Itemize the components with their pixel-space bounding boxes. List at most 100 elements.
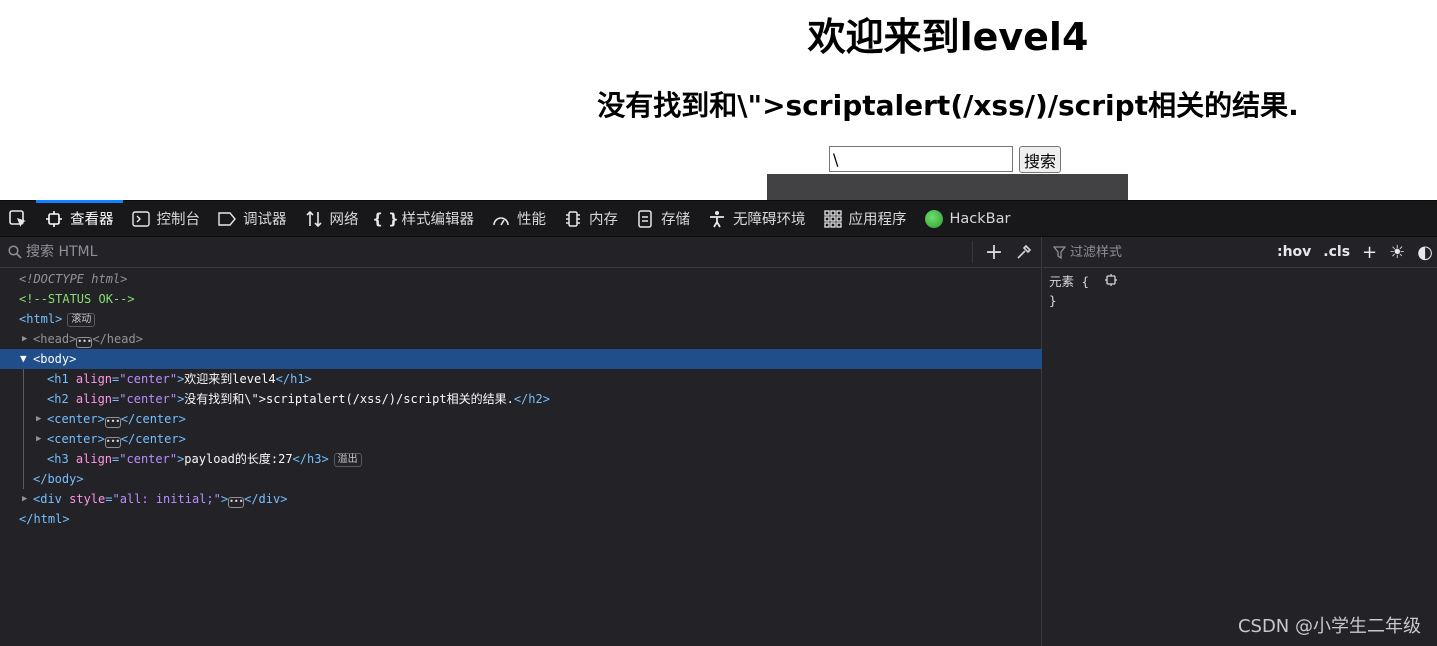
node-icon[interactable]: [1104, 272, 1117, 291]
element-rule: 元素 { }: [1043, 268, 1437, 314]
tree-node-div[interactable]: ▶ <div style="all: initial;">•••</div>: [0, 489, 1042, 509]
attr-name: style: [69, 492, 106, 506]
scroll-badge[interactable]: 滚动: [67, 313, 96, 327]
ellipsis-icon[interactable]: •••: [76, 337, 93, 348]
h3-open-tag: <h3: [47, 452, 76, 466]
body-open-tag: <body>: [33, 352, 77, 366]
expand-arrow-icon[interactable]: ▶: [36, 429, 41, 449]
h3-text: payload的长度:27: [184, 452, 293, 466]
ellipsis-icon[interactable]: •••: [228, 497, 245, 508]
overflow-badge[interactable]: 溢出: [333, 453, 362, 467]
cls-button[interactable]: .cls: [1323, 244, 1350, 260]
element-picker-icon: [9, 209, 26, 227]
h2-open-tag: <h2: [47, 392, 76, 406]
plus-icon: +: [1362, 241, 1378, 263]
network-icon: [305, 210, 323, 228]
tree-node-head[interactable]: ▶ <head>•••</head>: [0, 329, 1042, 349]
tree-node-body[interactable]: ▼ <body>: [0, 349, 1042, 369]
expand-arrow-icon[interactable]: ▶: [36, 409, 41, 429]
plus-icon: +: [984, 239, 1004, 265]
tab-label: 网络: [329, 212, 359, 228]
tab-label: 性能: [517, 212, 546, 228]
h1-close-tag: </h1>: [275, 372, 312, 386]
tab-label: 样式编辑器: [401, 212, 475, 228]
search-form: 搜索: [829, 146, 1062, 173]
rules-toolbar: :hov .cls + ☀ ◐: [1043, 237, 1437, 268]
attr-value: "center": [119, 392, 178, 406]
tree-node-h3[interactable]: <h3 align="center">payload的长度:27</h3> 溢出: [0, 449, 1042, 469]
tab-network[interactable]: 网络: [296, 201, 368, 236]
center-open-tag: <center>: [47, 412, 105, 426]
head-close-tag: </head>: [92, 332, 143, 346]
tree-node-h2[interactable]: <h2 align="center">没有找到和\">scriptalert(/…: [0, 389, 1042, 409]
search-button[interactable]: 搜索: [1019, 146, 1062, 173]
body-close-tag: </body>: [33, 472, 84, 486]
html-close-tag: </html>: [19, 512, 70, 526]
tab-performance[interactable]: 性能: [483, 201, 555, 236]
page-heading-h2: 没有找到和\">scriptalert(/xss/)/script相关的结果.: [597, 89, 1299, 122]
attr-value: "center": [119, 452, 178, 466]
devtools-panel: 查看器 控制台 调试器 网络 { } 样式编辑器 性能 内存 存储 无障碍环境 …: [0, 200, 1437, 646]
tree-node-h1[interactable]: <h1 align="center">欢迎来到level4</h1>: [0, 369, 1042, 389]
expand-arrow-icon[interactable]: ▶: [22, 329, 27, 349]
debugger-icon: [218, 210, 236, 228]
tree-guide-line: [23, 369, 24, 489]
markup-search-input[interactable]: [22, 244, 972, 260]
page-heading-h1: 欢迎来到level4: [807, 15, 1089, 59]
tab-console[interactable]: 控制台: [123, 201, 210, 236]
storage-icon: [636, 209, 654, 228]
tab-label: 存储: [661, 212, 690, 228]
tab-label: 调试器: [243, 212, 287, 228]
h1-open-tag: <h1: [47, 372, 76, 386]
tree-node-center[interactable]: ▶ <center>•••</center>: [0, 409, 1042, 429]
tree-node-doctype[interactable]: <!DOCTYPE html>: [0, 269, 1042, 289]
tree-node-center[interactable]: ▶ <center>•••</center>: [0, 429, 1042, 449]
ellipsis-icon[interactable]: •••: [104, 437, 121, 448]
ellipsis-icon[interactable]: •••: [104, 417, 121, 428]
eyedropper-icon: [1017, 244, 1032, 259]
tree-node-body-close[interactable]: </body>: [0, 469, 1042, 489]
hackbar-icon: [924, 209, 943, 228]
tab-accessibility[interactable]: 无障碍环境: [699, 201, 815, 236]
hov-button[interactable]: :hov: [1277, 244, 1311, 260]
head-open-tag: <head>: [33, 332, 77, 346]
h2-text: 没有找到和\">scriptalert(/xss/)/script相关的结果.: [184, 392, 514, 406]
tab-label: 无障碍环境: [733, 212, 806, 228]
tab-storage[interactable]: 存储: [627, 201, 699, 236]
tab-application[interactable]: 应用程序: [815, 201, 916, 236]
attr-name: align: [75, 392, 113, 406]
expand-arrow-icon[interactable]: ▶: [22, 489, 27, 509]
tab-inspector[interactable]: 查看器: [36, 200, 123, 236]
tree-node-html-close[interactable]: </html>: [0, 509, 1042, 529]
search-icon: [8, 245, 22, 259]
tab-memory[interactable]: 内存: [555, 201, 627, 236]
console-icon: [131, 210, 150, 228]
light-theme-button[interactable]: ☀: [1389, 242, 1405, 263]
center-open-tag: <center>: [47, 432, 105, 446]
add-rule-button[interactable]: +: [1362, 242, 1377, 263]
performance-icon: [492, 210, 510, 228]
dark-theme-button[interactable]: ◐: [1417, 242, 1433, 263]
attr-value: "center": [119, 372, 178, 386]
element-rule-selector: 元素 {: [1049, 274, 1090, 289]
h1-text: 欢迎来到level4: [184, 372, 276, 386]
add-node-button[interactable]: +: [981, 239, 1007, 265]
eyedropper-button[interactable]: [1011, 239, 1037, 265]
element-picker-button[interactable]: [0, 201, 36, 236]
tree-node-comment[interactable]: <!--STATUS OK-->: [0, 289, 1042, 309]
search-input[interactable]: [829, 146, 1013, 172]
attr-value: "all: initial;": [112, 492, 221, 506]
tab-debugger[interactable]: 调试器: [209, 201, 296, 236]
filter-styles-input[interactable]: [1066, 244, 1277, 260]
tab-hackbar[interactable]: HackBar: [916, 201, 1020, 236]
h2-close-tag: </h2>: [513, 392, 550, 406]
tab-label: 内存: [589, 212, 618, 228]
tree-node-html[interactable]: <html> 滚动: [0, 309, 1042, 329]
div-close-tag: </div>: [244, 492, 288, 506]
markup-tree: <!DOCTYPE html> <!--STATUS OK--> <html> 滚…: [0, 269, 1042, 529]
collapse-arrow-icon[interactable]: ▼: [20, 349, 27, 369]
tab-label: 应用程序: [848, 212, 907, 228]
inspector-icon: [45, 210, 63, 228]
markup-search-bar: +: [0, 237, 1041, 268]
tab-style-editor[interactable]: { } 样式编辑器: [368, 201, 484, 236]
